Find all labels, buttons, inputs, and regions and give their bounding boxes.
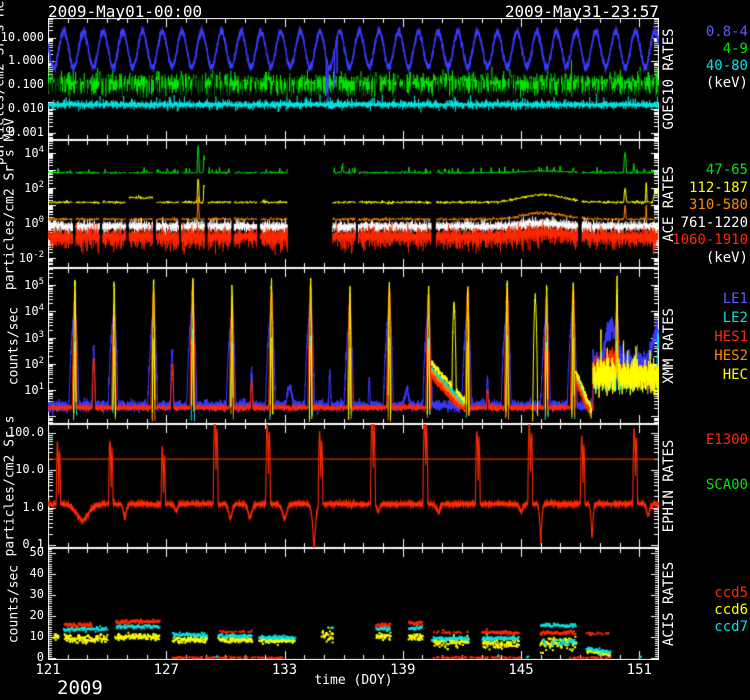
ytick-ace-1: 102 [24, 180, 44, 195]
ytick-goes10-1: 1.000 [8, 53, 44, 67]
legend-xmm-HEC: HEC [723, 367, 748, 383]
xaxis-year: 2009 [57, 677, 103, 699]
panel-title-goes10: GOES10 RATES [661, 28, 677, 129]
plot-canvas-goes10 [48, 18, 659, 140]
legend-ace-47-65: 47-65 [706, 162, 748, 178]
xtick-133: 133 [263, 662, 307, 678]
ytick-acis-3: 20 [30, 608, 44, 622]
legend-acis-ccd5: ccd5 [714, 585, 748, 601]
ytick-ace-2: 100 [24, 215, 44, 230]
ytick-ephin-2: 1.0 [22, 500, 44, 514]
plot-canvas-acis [48, 548, 659, 660]
legend-acis-ccd7: ccd7 [714, 619, 748, 635]
ytick-ace-0: 104 [24, 145, 44, 160]
legend-goes10-(keV): (keV) [706, 75, 748, 91]
xtick-121: 121 [26, 662, 70, 678]
ytick-xmm-0: 105 [24, 277, 44, 292]
legend-ace-(keV): (keV) [706, 250, 748, 266]
plot-canvas-ephin [48, 424, 659, 548]
plot-canvas-ace [48, 140, 659, 268]
ytick-acis-4: 10 [30, 629, 44, 643]
panel-title-ephin: EPHIN RATES [661, 440, 677, 533]
ytick-goes10-4: 0.001 [8, 125, 44, 139]
xaxis-label: time (DOY) [48, 673, 659, 688]
legend-ephin-SCA00: SCA00 [706, 477, 748, 493]
radiation-monitor-figure: 2009-May01-00:00 2009-May31-23:57 partic… [0, 0, 750, 700]
ytick-acis-1: 40 [30, 566, 44, 580]
legend-ace-310-580: 310-580 [689, 197, 748, 213]
panel-title-ace: ACE RATES [661, 166, 677, 242]
ytick-xmm-2: 103 [24, 330, 44, 345]
yaxis-label-acis: counts/sec [7, 565, 22, 643]
ytick-acis-2: 30 [30, 587, 44, 601]
xtick-151: 151 [617, 662, 661, 678]
ytick-ephin-1: 10.0 [15, 462, 44, 476]
xtick-139: 139 [381, 662, 425, 678]
legend-ace-1060-1910: 1060-1910 [672, 232, 748, 248]
ytick-xmm-4: 101 [24, 382, 44, 397]
ytick-ephin-0: 100.0 [8, 425, 44, 439]
legend-xmm-LE1: LE1 [723, 291, 748, 307]
ytick-acis-0: 50 [30, 545, 44, 559]
legend-ace-761-1220: 761-1220 [681, 215, 748, 231]
legend-xmm-HES1: HES1 [714, 329, 748, 345]
ytick-goes10-3: 0.010 [8, 101, 44, 115]
yaxis-label-xmm: counts/sec [7, 307, 22, 385]
panel-title-xmm: XMM RATES [661, 308, 677, 384]
legend-goes10-40-80: 40-80 [706, 58, 748, 74]
plot-canvas-xmm [48, 268, 659, 424]
legend-xmm-LE2: LE2 [723, 310, 748, 326]
ytick-goes10-0: 10.000 [1, 30, 44, 44]
legend-ephin-E1300: E1300 [706, 432, 748, 448]
xtick-145: 145 [499, 662, 543, 678]
legend-goes10-0.8-4: 0.8-4 [706, 24, 748, 40]
yaxis-label-ace: particles/cm2 Sr s MeV [3, 118, 18, 290]
ytick-ace-3: 10-2 [19, 250, 44, 265]
xtick-127: 127 [144, 662, 188, 678]
panel-title-acis: ACIS RATES [661, 562, 677, 646]
ytick-xmm-3: 102 [24, 356, 44, 371]
legend-xmm-HES2: HES2 [714, 348, 748, 364]
legend-ace-112-187: 112-187 [689, 180, 748, 196]
legend-goes10-4-9: 4-9 [723, 41, 748, 57]
legend-acis-ccd6: ccd6 [714, 602, 748, 618]
ytick-xmm-1: 104 [24, 303, 44, 318]
ytick-goes10-2: 0.100 [8, 77, 44, 91]
